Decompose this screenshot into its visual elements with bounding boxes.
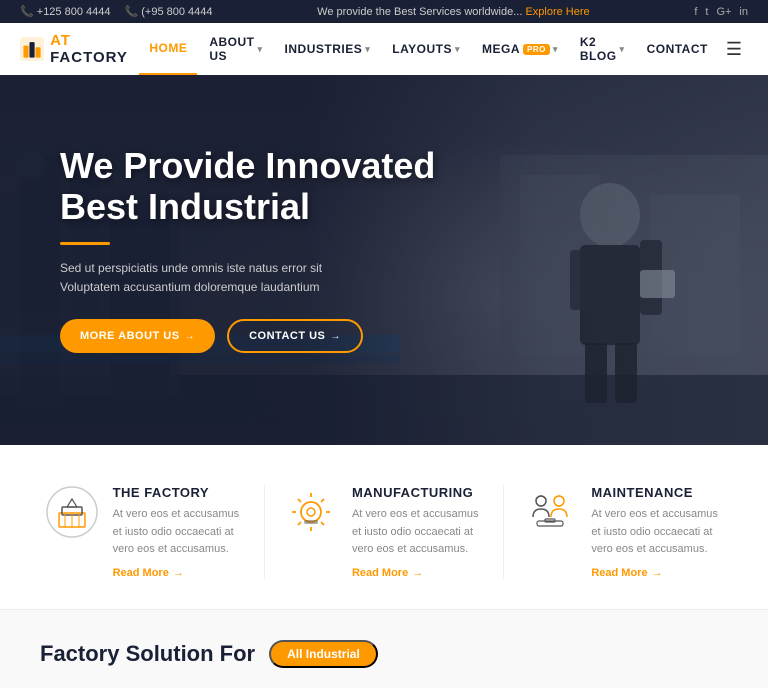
- nav-blog[interactable]: K2 BLOG ▾: [570, 23, 635, 75]
- linkedin-icon[interactable]: in: [739, 6, 748, 18]
- more-about-button[interactable]: More About Us →: [60, 319, 215, 353]
- maintenance-icon: [523, 485, 577, 539]
- manufacturing-icon-wrap: [284, 485, 338, 539]
- twitter-icon[interactable]: t: [705, 6, 708, 18]
- google-plus-icon[interactable]: G+: [716, 6, 731, 18]
- manufacturing-desc: At vero eos et accusamus et iusto odio o…: [352, 506, 484, 559]
- all-industrial-button[interactable]: All Industrial: [269, 640, 378, 668]
- hamburger-icon[interactable]: ☰: [720, 39, 748, 60]
- hero-divider: [60, 242, 110, 245]
- social-links: f t G+ in: [694, 6, 748, 18]
- contact-button[interactable]: Contact Us →: [227, 319, 363, 353]
- nav-industries[interactable]: INDUSTRIES ▾: [275, 23, 381, 75]
- logo-text: AT FACTORY: [50, 32, 139, 66]
- nav-about[interactable]: ABOUT US ▾: [199, 23, 272, 75]
- maintenance-read-more[interactable]: Read More →: [591, 567, 723, 579]
- btn-arrow-icon2: →: [330, 331, 341, 342]
- logo[interactable]: AT FACTORY: [20, 32, 139, 66]
- maintenance-title: MAINTENANCE: [591, 485, 723, 500]
- nav-mega[interactable]: MEGA PRO ▾: [472, 23, 568, 75]
- maintenance-desc: At vero eos et accusamus et iusto odio o…: [591, 506, 723, 559]
- arrow-icon2: →: [412, 567, 423, 579]
- hero-buttons: More About Us → Contact Us →: [60, 319, 435, 353]
- nav-home[interactable]: HOME: [139, 23, 197, 75]
- hero-section: We Provide Innovated Best Industrial Sed…: [0, 75, 768, 445]
- factory-service-content: THE FACTORY At vero eos et accusamus et …: [113, 485, 245, 579]
- service-maintenance: MAINTENANCE At vero eos et accusamus et …: [523, 485, 723, 579]
- service-divider-1: [264, 485, 265, 579]
- hero-content: We Provide Innovated Best Industrial Sed…: [60, 145, 435, 353]
- facebook-icon[interactable]: f: [694, 6, 697, 18]
- manufacturing-read-more[interactable]: Read More →: [352, 567, 484, 579]
- arrow-icon: →: [173, 567, 184, 579]
- service-divider-2: [503, 485, 504, 579]
- manufacturing-icon: [284, 485, 338, 539]
- factory-desc: At vero eos et accusamus et iusto odio o…: [113, 506, 245, 559]
- top-bar-tagline: We provide the Best Services worldwide..…: [317, 6, 589, 18]
- factory-solution-title: Factory Solution For: [40, 641, 255, 667]
- phone1: 📞 +125 800 4444: [20, 5, 110, 18]
- manufacturing-title: MANUFACTURING: [352, 485, 484, 500]
- factory-title: THE FACTORY: [113, 485, 245, 500]
- factory-icon: [45, 485, 99, 539]
- explore-link[interactable]: Explore Here: [525, 6, 589, 18]
- phone2: 📞 (+95 800 4444: [124, 5, 212, 18]
- nav-contact[interactable]: CONTACT: [637, 23, 718, 75]
- logo-icon: [20, 35, 44, 63]
- service-manufacturing: MANUFACTURING At vero eos et accusamus e…: [284, 485, 484, 579]
- maintenance-icon-wrap: [523, 485, 577, 539]
- hero-subtitle: Sed ut perspiciatis unde omnis iste natu…: [60, 259, 340, 297]
- top-bar-contacts: 📞 +125 800 4444 📞 (+95 800 4444: [20, 5, 213, 18]
- hero-title: We Provide Innovated Best Industrial: [60, 145, 435, 228]
- navbar: AT FACTORY HOME ABOUT US ▾ INDUSTRIES ▾ …: [0, 23, 768, 75]
- top-bar: 📞 +125 800 4444 📞 (+95 800 4444 We provi…: [0, 0, 768, 23]
- factory-icon-wrap: [45, 485, 99, 539]
- btn-arrow-icon: →: [185, 331, 196, 342]
- factory-read-more[interactable]: Read More →: [113, 567, 245, 579]
- service-factory: THE FACTORY At vero eos et accusamus et …: [45, 485, 245, 579]
- manufacturing-service-content: MANUFACTURING At vero eos et accusamus e…: [352, 485, 484, 579]
- nav-layouts[interactable]: LAYOUTS ▾: [382, 23, 470, 75]
- arrow-icon3: →: [652, 567, 663, 579]
- services-section: THE FACTORY At vero eos et accusamus et …: [0, 445, 768, 610]
- nav-menu: HOME ABOUT US ▾ INDUSTRIES ▾ LAYOUTS ▾ M…: [139, 23, 748, 75]
- maintenance-service-content: MAINTENANCE At vero eos et accusamus et …: [591, 485, 723, 579]
- factory-solution-section: Factory Solution For All Industrial: [0, 610, 768, 688]
